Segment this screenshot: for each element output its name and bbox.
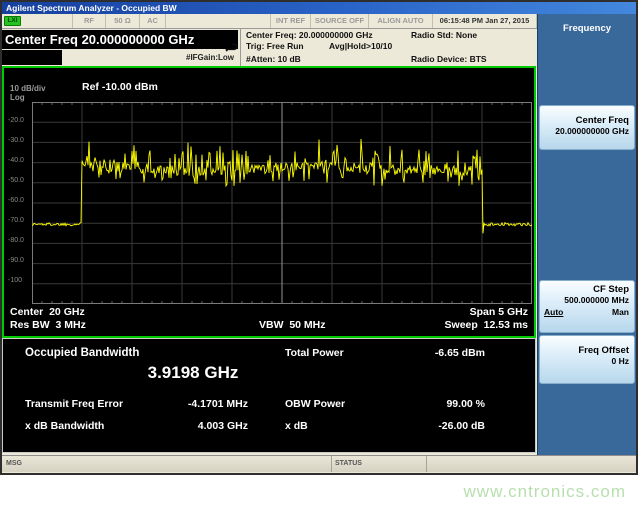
- status-area-label: STATUS: [335, 460, 362, 467]
- softkey-value: 500.000000 MHz: [544, 295, 629, 305]
- measurement-header: Center Freq 20.000000000 GHz #IFGain:Low…: [2, 29, 537, 66]
- softkey-menu: Frequency Center Freq 20.000000000 GHz C…: [537, 14, 636, 455]
- y-axis-label: -70.0: [8, 217, 30, 224]
- y-axis-label: -90.0: [8, 257, 30, 264]
- auto-option[interactable]: Auto: [544, 307, 563, 317]
- int-ref-indicator: INT REF: [271, 14, 311, 28]
- obw-results-panel: Occupied Bandwidth 3.9198 GHz Total Powe…: [2, 338, 536, 453]
- if-gain-annotation: #IFGain:Low: [186, 53, 234, 62]
- vbw-annotation: VBW 50 MHz: [259, 319, 326, 331]
- avg-hold-setting: Avg|Hold>10/10: [329, 41, 392, 51]
- site-watermark: www.cntronics.com: [464, 482, 626, 502]
- settings-summary-panel: Center Freq: 20.000000000 GHz Radio Std:…: [240, 29, 537, 66]
- radio-device-setting: Radio Device: BTS: [411, 54, 487, 64]
- sweep-time-annotation: Sweep 12.53 ms: [445, 319, 528, 331]
- span-annotation: Span 5 GHz: [470, 306, 528, 318]
- xdb-value: -26.00 dB: [393, 420, 485, 432]
- softkey-value: 0 Hz: [544, 356, 629, 366]
- obw-value: 3.9198 GHz: [63, 363, 323, 383]
- y-axis-label: -30.0: [8, 137, 30, 144]
- trigger-setting: Trig: Free Run: [246, 41, 304, 51]
- xdb-bandwidth-label: x dB Bandwidth: [25, 420, 104, 432]
- align-auto-indicator: ALIGN AUTO: [369, 14, 433, 28]
- coupling-indicator: AC: [140, 14, 166, 28]
- attenuation-setting: #Atten: 10 dB: [246, 54, 301, 64]
- transmit-freq-error-value: -4.1701 MHz: [133, 398, 248, 410]
- spectrum-display: 10 dB/div Log Ref -10.00 dBm -20.0 -30.0 -…: [2, 66, 536, 338]
- xdb-bandwidth-value: 4.003 GHz: [133, 420, 248, 432]
- cf-step-softkey[interactable]: CF Step 500.000000 MHz Auto Man: [539, 280, 635, 333]
- freq-offset-softkey[interactable]: Freq Offset 0 Hz: [539, 335, 635, 384]
- window-titlebar[interactable]: Agilent Spectrum Analyzer - Occupied BW: [2, 2, 636, 14]
- softkey-label: CF Step: [544, 284, 629, 295]
- total-power-value: -6.65 dBm: [393, 347, 485, 359]
- statusbar-divider: [426, 456, 427, 472]
- status-spacer: [23, 14, 73, 28]
- center-freq-softkey[interactable]: Center Freq 20.000000000 GHz: [539, 105, 635, 150]
- ref-level-label: Ref -10.00 dBm: [82, 81, 158, 93]
- bottom-status-bar: MSG STATUS: [2, 455, 636, 472]
- impedance-indicator: 50 Ω: [106, 14, 140, 28]
- res-bw-annotation: Res BW 3 MHz: [10, 319, 86, 331]
- scale-per-div-label: 10 dB/div: [10, 84, 46, 93]
- softkey-menu-title: Frequency: [538, 23, 636, 34]
- y-axis-label: -40.0: [8, 157, 30, 164]
- lxi-indicator: LXI: [4, 16, 21, 26]
- obw-title: Occupied Bandwidth: [25, 347, 139, 359]
- softkey-label: Center Freq: [544, 115, 629, 126]
- man-option[interactable]: Man: [612, 307, 629, 317]
- xdb-label: x dB: [285, 420, 308, 432]
- readout-extension-box: [2, 50, 62, 65]
- msg-area-label: MSG: [6, 460, 22, 467]
- status-spacer: [166, 14, 271, 28]
- softkey-label: Freq Offset: [544, 345, 629, 356]
- center-freq-setting: Center Freq: 20.000000000 GHz: [246, 30, 373, 40]
- obw-power-label: OBW Power: [285, 398, 345, 410]
- scale-type-label: Log: [10, 93, 25, 102]
- center-freq-annotation: Center 20 GHz: [10, 306, 85, 318]
- y-axis-label: -100: [8, 277, 30, 284]
- window-title: Agilent Spectrum Analyzer - Occupied BW: [6, 3, 177, 13]
- y-axis-label: -50.0: [8, 177, 30, 184]
- active-function-readout: Center Freq 20.000000000 GHz: [2, 30, 238, 49]
- y-axis-label: -80.0: [8, 237, 30, 244]
- rf-indicator: RF: [73, 14, 106, 28]
- total-power-label: Total Power: [285, 347, 344, 359]
- obw-power-value: 99.00 %: [393, 398, 485, 410]
- spectrum-trace-plot: [32, 102, 532, 304]
- analyzer-window: Agilent Spectrum Analyzer - Occupied BW …: [2, 2, 636, 473]
- softkey-value: 20.000000000 GHz: [544, 126, 629, 136]
- instrument-status-strip: LXI RF 50 Ω AC INT REF SOURCE OFF ALIGN …: [2, 14, 537, 29]
- y-axis-label: -60.0: [8, 197, 30, 204]
- radio-std-setting: Radio Std: None: [411, 30, 477, 40]
- continuous-sweep-icon: [224, 43, 239, 52]
- datetime-display: 06:15:48 PM Jan 27, 2015: [433, 14, 537, 28]
- statusbar-divider: [331, 456, 332, 472]
- source-off-indicator: SOURCE OFF: [311, 14, 369, 28]
- y-axis-label: -20.0: [8, 117, 30, 124]
- transmit-freq-error-label: Transmit Freq Error: [25, 398, 123, 410]
